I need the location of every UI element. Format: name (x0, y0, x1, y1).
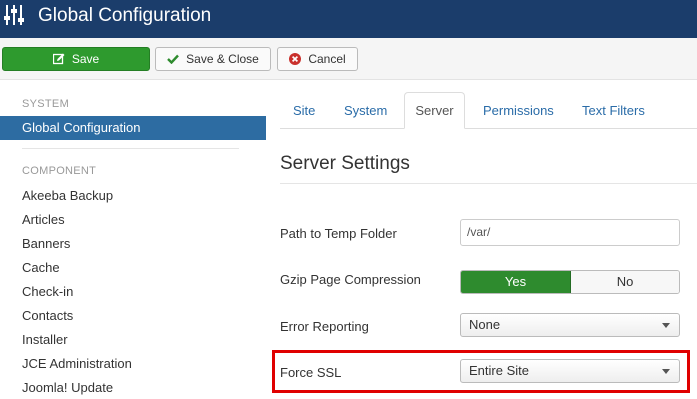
sidebar-item-joomla-update[interactable]: Joomla! Update (22, 380, 113, 395)
tabs-divider (280, 128, 697, 129)
cancel-label: Cancel (308, 52, 346, 66)
sidebar-item-articles[interactable]: Articles (22, 212, 65, 227)
tab-site[interactable]: Site (293, 103, 315, 118)
sidebar-section-component: COMPONENT (22, 165, 97, 177)
force-ssl-label: Force SSL (280, 365, 342, 380)
sidebar-item-check-in[interactable]: Check-in (22, 284, 73, 299)
cancel-button[interactable]: Cancel (277, 47, 358, 71)
sidebar-item-cache[interactable]: Cache (22, 260, 60, 275)
error-reporting-label: Error Reporting (280, 319, 369, 334)
gzip-no-button[interactable]: No (571, 271, 679, 293)
section-heading: Server Settings (280, 153, 410, 174)
header-bar: Global Configuration (0, 0, 697, 38)
heading-divider (280, 183, 697, 184)
error-reporting-value: None (469, 317, 501, 332)
sidebar-section-system: SYSTEM (22, 98, 70, 110)
temp-path-label: Path to Temp Folder (280, 226, 397, 241)
save-label: Save (71, 52, 100, 66)
save-close-label: Save & Close (186, 52, 259, 66)
sidebar-item-installer[interactable]: Installer (22, 332, 68, 347)
force-ssl-value: Entire Site (469, 363, 529, 378)
tab-text-filters[interactable]: Text Filters (582, 103, 645, 118)
close-circle-icon (289, 53, 302, 65)
chevron-down-icon (662, 369, 670, 374)
save-button[interactable]: Save (2, 47, 150, 71)
sidebar-item-akeeba-backup[interactable]: Akeeba Backup (22, 188, 113, 203)
page-title: Global Configuration (38, 5, 212, 26)
temp-path-input[interactable]: /var/ (460, 219, 680, 246)
save-close-button[interactable]: Save & Close (155, 47, 271, 71)
tab-system[interactable]: System (344, 103, 387, 118)
error-reporting-select[interactable]: None (460, 313, 680, 337)
sliders-icon (4, 4, 24, 26)
chevron-down-icon (662, 323, 670, 328)
check-icon (167, 54, 180, 64)
sidebar-item-contacts[interactable]: Contacts (22, 308, 73, 323)
tab-permissions[interactable]: Permissions (483, 103, 554, 118)
gzip-toggle: Yes No (460, 270, 680, 294)
tab-server[interactable]: Server (404, 92, 465, 129)
toolbar: Save Save & Close Cancel (0, 38, 697, 80)
sidebar-divider (22, 148, 239, 149)
sidebar-item-global-configuration[interactable]: Global Configuration (0, 116, 266, 140)
force-ssl-select[interactable]: Entire Site (460, 359, 680, 383)
gzip-label: Gzip Page Compression (280, 272, 421, 287)
sidebar-item-banners[interactable]: Banners (22, 236, 70, 251)
edit-icon (52, 53, 65, 65)
sidebar-item-jce-administration[interactable]: JCE Administration (22, 356, 132, 371)
gzip-yes-button[interactable]: Yes (461, 271, 571, 293)
